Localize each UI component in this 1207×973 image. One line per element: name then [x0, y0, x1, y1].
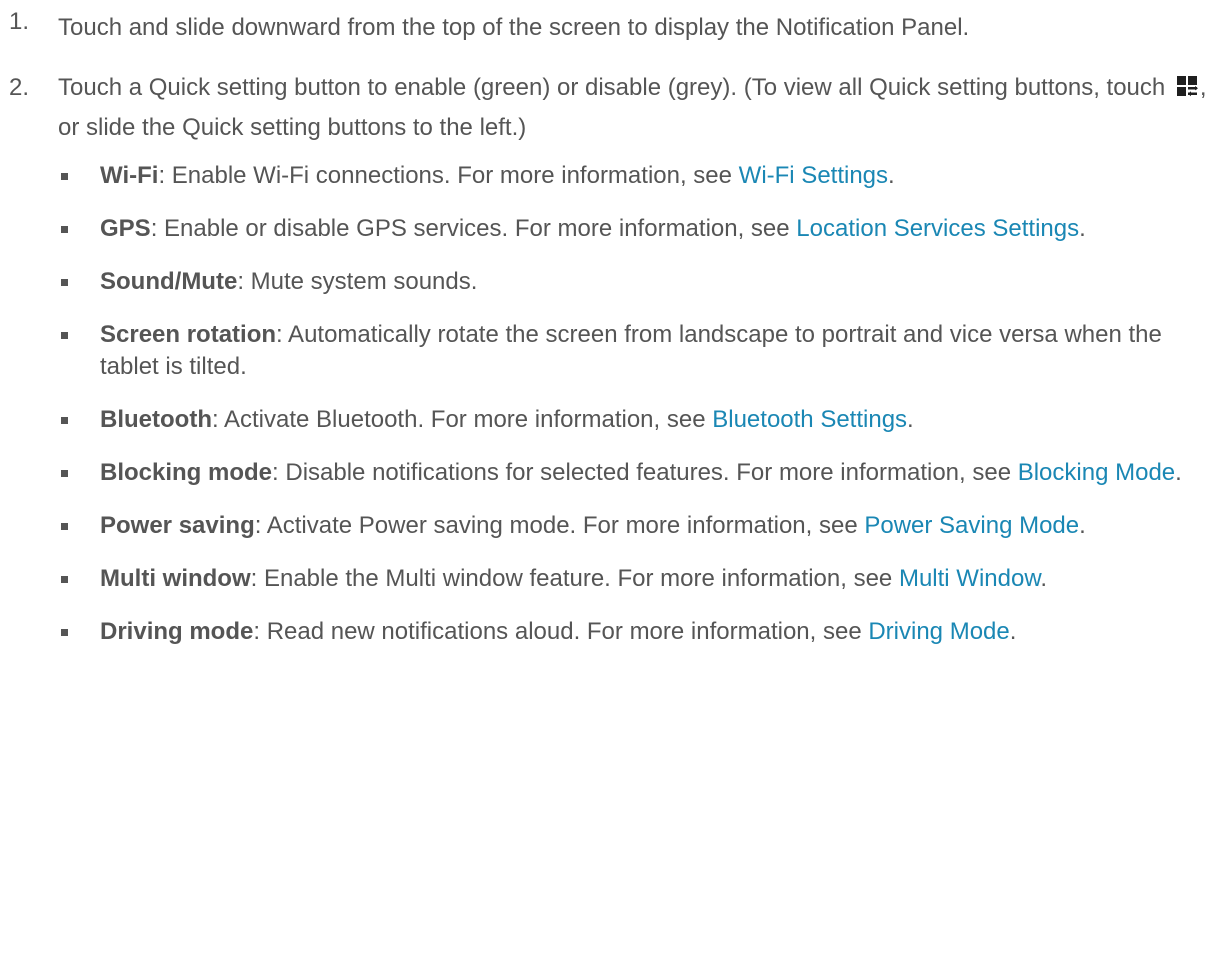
option-end-punctuation: .	[1079, 512, 1086, 539]
option-end-punctuation: .	[907, 406, 914, 433]
option-name: Bluetooth	[100, 406, 212, 433]
square-bullet-icon	[61, 523, 68, 530]
square-bullet-icon	[61, 226, 68, 233]
option-description: : Enable the Multi window feature. For m…	[250, 565, 899, 592]
step-1: 1. Touch and slide downward from the top…	[0, 0, 1207, 48]
option-end-punctuation: .	[1009, 618, 1017, 645]
option-description: : Enable or disable GPS services. For mo…	[150, 215, 797, 242]
option-name: Blocking mode	[100, 459, 273, 486]
option-item: Sound/Mute: Mute system sounds.	[58, 266, 1207, 298]
option-item: Driving mode: Read new notifications alo…	[58, 616, 1207, 648]
option-description: : Enable Wi-Fi connections. For more inf…	[158, 162, 739, 189]
document-page: 1. Touch and slide downward from the top…	[0, 0, 1207, 973]
option-end-punctuation: .	[1040, 565, 1047, 592]
option-link[interactable]: Wi-Fi Settings	[739, 162, 888, 189]
option-link[interactable]: Blocking Mode	[1018, 459, 1175, 486]
option-item: Bluetooth: Activate Bluetooth. For more …	[58, 404, 1207, 436]
quick-setting-options-list: Wi-Fi: Enable Wi-Fi connections. For mor…	[58, 160, 1207, 648]
step-2: 2. Touch a Quick setting button to enabl…	[0, 68, 1207, 648]
option-name: Wi-Fi	[100, 162, 159, 189]
square-bullet-icon	[61, 332, 68, 339]
option-link[interactable]: Power Saving Mode	[864, 512, 1079, 539]
option-item: Multi window: Enable the Multi window fe…	[58, 563, 1207, 595]
option-name: Multi window	[100, 565, 251, 592]
option-name: Driving mode	[100, 618, 254, 645]
square-bullet-icon	[61, 629, 68, 636]
option-link[interactable]: Driving Mode	[868, 618, 1009, 645]
option-link[interactable]: Location Services Settings	[796, 215, 1079, 242]
option-name: Screen rotation	[100, 321, 277, 348]
option-description: : Read new notifications aloud. For more…	[253, 618, 869, 645]
option-item: Screen rotation: Automatically rotate th…	[58, 319, 1207, 383]
step-number: 2.	[9, 74, 30, 101]
square-bullet-icon	[61, 279, 68, 286]
step-text: Touch and slide downward from the top of…	[58, 14, 970, 41]
option-item: Wi-Fi: Enable Wi-Fi connections. For mor…	[58, 160, 1207, 192]
square-bullet-icon	[61, 576, 68, 583]
option-item: GPS: Enable or disable GPS services. For…	[58, 213, 1207, 245]
square-bullet-icon	[61, 470, 68, 477]
step-text: Touch a Quick setting button to enable (…	[58, 68, 1207, 148]
option-description: : Activate Power saving mode. For more i…	[254, 512, 865, 539]
square-bullet-icon	[61, 173, 68, 180]
option-name: GPS	[100, 215, 151, 242]
option-link[interactable]: Bluetooth Settings	[712, 406, 907, 433]
option-end-punctuation: .	[888, 162, 895, 189]
option-name: Sound/Mute	[100, 268, 238, 295]
option-link[interactable]: Multi Window	[899, 565, 1040, 592]
steps-list: 1. Touch and slide downward from the top…	[0, 0, 1207, 648]
option-end-punctuation: .	[1079, 215, 1086, 242]
square-bullet-icon	[61, 417, 68, 424]
option-description: : Disable notifications for selected fea…	[272, 459, 1018, 486]
step-text-before-icon: Touch a Quick setting button to enable (…	[58, 74, 1172, 101]
option-name: Power saving	[100, 512, 255, 539]
option-end-punctuation: .	[1175, 459, 1182, 486]
step-number: 1.	[9, 8, 30, 35]
quick-settings-grid-icon	[1176, 70, 1198, 97]
option-description: : Activate Bluetooth. For more informati…	[211, 406, 713, 433]
option-description: : Mute system sounds.	[237, 268, 478, 295]
option-item: Blocking mode: Disable notifications for…	[58, 457, 1207, 489]
option-item: Power saving: Activate Power saving mode…	[58, 510, 1207, 542]
